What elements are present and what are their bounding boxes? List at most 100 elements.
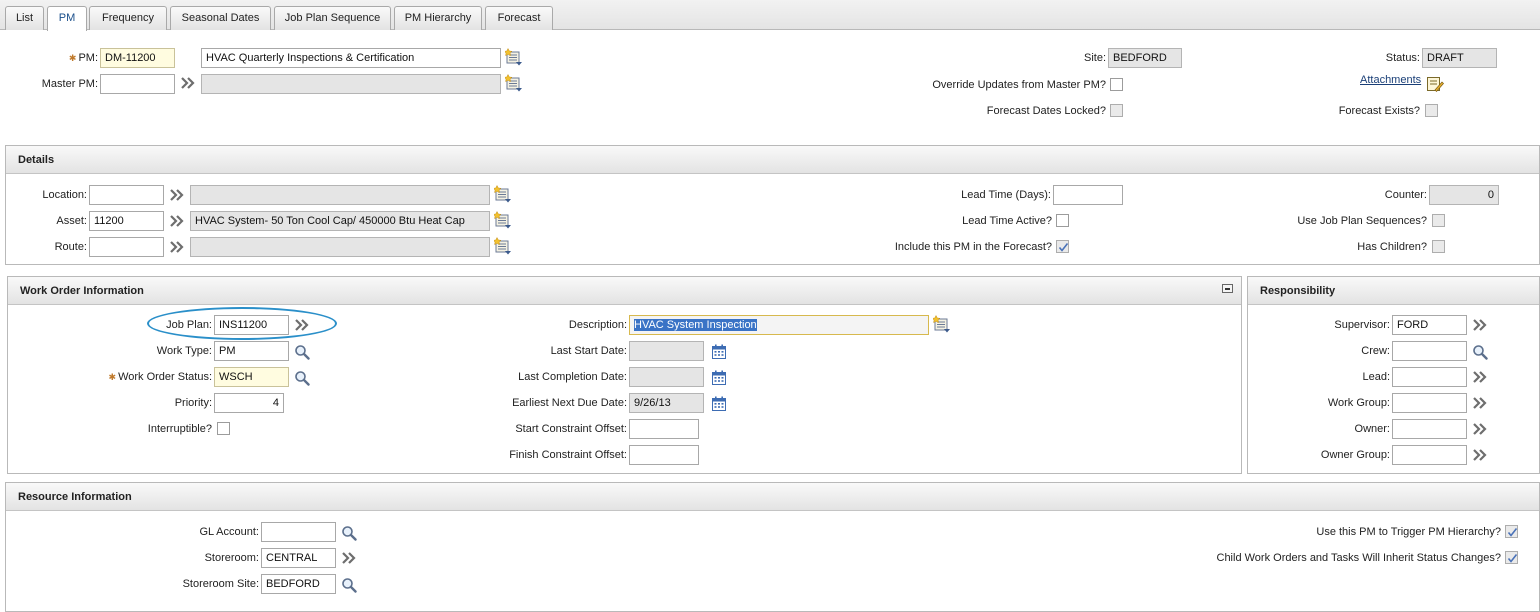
tab-pm[interactable]: PM <box>47 6 87 31</box>
detail-menu-icon[interactable] <box>494 185 512 203</box>
start-constraint-offset-label: Start Constraint Offset: <box>515 423 627 435</box>
chevron-double-right-icon[interactable] <box>170 215 188 233</box>
start-constraint-offset-input[interactable] <box>629 419 699 439</box>
forecast-exists-label: Forecast Exists? <box>1338 105 1420 117</box>
tab-bar: List PM Frequency Seasonal Dates Job Pla… <box>0 0 1540 31</box>
priority-input[interactable]: 4 <box>214 393 284 413</box>
owner-group-label: Owner Group: <box>1320 449 1390 461</box>
attachments-link[interactable]: Attachments <box>1360 70 1421 90</box>
magnifier-icon[interactable] <box>294 344 312 362</box>
asset-label: Asset: <box>56 215 87 227</box>
lead-time-active-checkbox[interactable] <box>1056 214 1069 227</box>
magnifier-icon[interactable] <box>341 577 359 595</box>
detail-menu-icon[interactable] <box>494 237 512 255</box>
route-description-input <box>190 237 490 257</box>
status-input: DRAFT <box>1422 48 1497 68</box>
resource-title: Resource Information <box>18 491 132 503</box>
chevron-double-right-icon[interactable] <box>1473 449 1491 467</box>
use-job-plan-sequences-checkbox <box>1432 214 1445 227</box>
attachments-icon[interactable] <box>1426 75 1444 93</box>
last-completion-date-label: Last Completion Date: <box>518 371 627 383</box>
forecast-dates-locked-label: Forecast Dates Locked? <box>986 105 1106 117</box>
minimize-icon[interactable] <box>1222 284 1233 293</box>
calendar-icon[interactable] <box>711 396 729 414</box>
interruptible-label: Interruptible? <box>147 423 212 435</box>
pm-description-input[interactable]: HVAC Quarterly Inspections & Certificati… <box>201 48 501 68</box>
lead-time-input[interactable] <box>1053 185 1123 205</box>
chevron-double-right-icon[interactable] <box>1473 397 1491 415</box>
work-order-header: Work Order Information <box>8 277 1241 305</box>
chevron-double-right-icon[interactable] <box>342 552 360 570</box>
forecast-dates-locked-checkbox <box>1110 104 1123 117</box>
work-order-status-input[interactable]: WSCH <box>214 367 289 387</box>
owner-group-input[interactable] <box>1392 445 1467 465</box>
inherit-status-checkbox[interactable] <box>1505 551 1518 564</box>
chevron-double-right-icon[interactable] <box>170 189 188 207</box>
tab-forecast[interactable]: Forecast <box>485 6 553 30</box>
details-title: Details <box>18 154 55 166</box>
master-pm-label: Master PM: <box>41 78 98 90</box>
override-updates-checkbox[interactable] <box>1110 78 1123 91</box>
chevron-double-right-icon[interactable] <box>1473 371 1491 389</box>
detail-menu-icon[interactable] <box>505 74 523 92</box>
work-order-status-label: ✱ Work Order Status: <box>108 371 212 383</box>
responsibility-title: Responsibility <box>1260 285 1336 297</box>
calendar-icon[interactable] <box>711 344 729 362</box>
tab-job-plan-sequence[interactable]: Job Plan Sequence <box>274 6 391 30</box>
chevron-double-right-icon[interactable] <box>1473 319 1491 337</box>
tab-seasonal-dates[interactable]: Seasonal Dates <box>170 6 271 30</box>
finish-constraint-offset-input[interactable] <box>629 445 699 465</box>
storeroom-site-label: Storeroom Site: <box>182 578 259 590</box>
storeroom-site-input[interactable]: BEDFORD <box>261 574 336 594</box>
route-label: Route: <box>54 241 87 253</box>
finish-constraint-offset-label: Finish Constraint Offset: <box>509 449 627 461</box>
last-start-date-label: Last Start Date: <box>550 345 627 357</box>
lead-label: Lead: <box>1362 371 1390 383</box>
pm-label: ✱ PM: <box>68 52 98 64</box>
work-order-title: Work Order Information <box>20 285 144 297</box>
trigger-pm-hierarchy-checkbox[interactable] <box>1505 525 1518 538</box>
detail-menu-icon[interactable] <box>933 315 951 333</box>
detail-menu-icon[interactable] <box>505 48 523 66</box>
interruptible-checkbox[interactable] <box>217 422 230 435</box>
magnifier-icon[interactable] <box>294 370 312 388</box>
job-plan-input[interactable]: INS11200 <box>214 315 289 335</box>
lead-time-active-label: Lead Time Active? <box>962 215 1052 227</box>
calendar-icon[interactable] <box>711 370 729 388</box>
asset-input[interactable]: 11200 <box>89 211 164 231</box>
lead-input[interactable] <box>1392 367 1467 387</box>
supervisor-input[interactable]: FORD <box>1392 315 1467 335</box>
pm-input[interactable]: DM-11200 <box>100 48 175 68</box>
master-pm-description-input <box>201 74 501 94</box>
tab-frequency[interactable]: Frequency <box>89 6 167 30</box>
site-label: Site: <box>1083 52 1106 64</box>
description-input[interactable]: HVAC System Inspection <box>629 315 929 335</box>
job-plan-label: Job Plan: <box>166 319 212 331</box>
chevron-double-right-icon[interactable] <box>1473 423 1491 441</box>
master-pm-input[interactable] <box>100 74 175 94</box>
storeroom-input[interactable]: CENTRAL <box>261 548 336 568</box>
magnifier-icon[interactable] <box>341 525 359 543</box>
include-forecast-checkbox[interactable] <box>1056 240 1069 253</box>
details-header: Details <box>6 146 1539 174</box>
location-label: Location: <box>42 189 87 201</box>
chevron-double-right-icon[interactable] <box>170 241 188 259</box>
tab-pm-hierarchy[interactable]: PM Hierarchy <box>394 6 482 30</box>
location-input[interactable] <box>89 185 164 205</box>
gl-account-input[interactable] <box>261 522 336 542</box>
description-label: Description: <box>568 319 627 331</box>
work-type-input[interactable]: PM <box>214 341 289 361</box>
location-description-input <box>190 185 490 205</box>
route-input[interactable] <box>89 237 164 257</box>
owner-input[interactable] <box>1392 419 1467 439</box>
status-label: Status: <box>1385 52 1420 64</box>
tab-list[interactable]: List <box>5 6 44 30</box>
work-group-input[interactable] <box>1392 393 1467 413</box>
crew-input[interactable] <box>1392 341 1467 361</box>
detail-menu-icon[interactable] <box>494 211 512 229</box>
chevron-double-right-icon[interactable] <box>181 77 199 95</box>
magnifier-icon[interactable] <box>1472 344 1490 362</box>
lead-time-label: Lead Time (Days): <box>961 189 1051 201</box>
has-children-label: Has Children? <box>1357 241 1427 253</box>
chevron-double-right-icon[interactable] <box>295 319 313 337</box>
